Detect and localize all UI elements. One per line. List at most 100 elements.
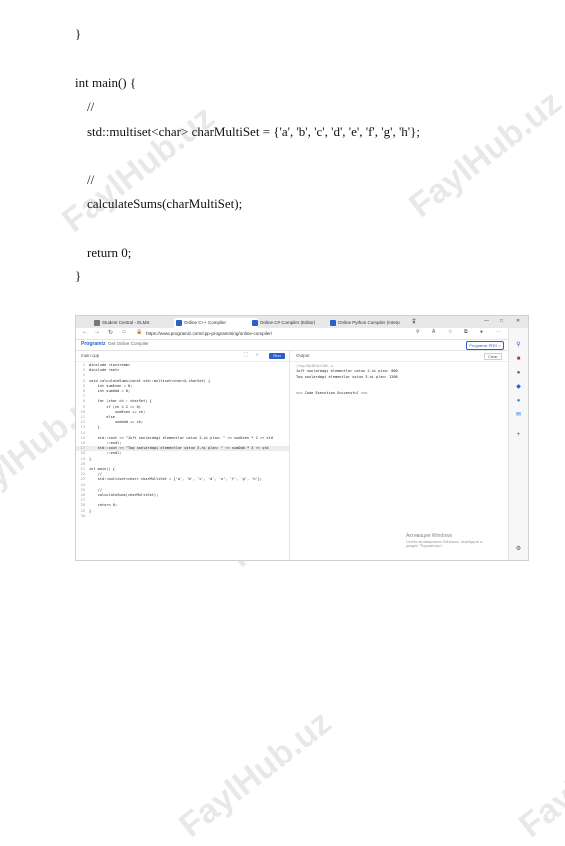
code-line: std::cout << "Juft sonlardagi elementlar… (89, 435, 273, 440)
run-button[interactable]: Run (269, 353, 285, 359)
read-aloud-icon[interactable]: A (432, 329, 435, 335)
line-number: 30 (80, 513, 85, 518)
url-field[interactable]: https://www.programiz.com/cpp-programmin… (146, 330, 272, 337)
line-number: 7 (82, 394, 85, 399)
tab-label: Online C# Compiler (Editor) (260, 320, 316, 325)
browser-tab[interactable]: Student Central - ELMS ✕ (92, 318, 182, 328)
home-icon[interactable]: ⌂ (122, 329, 126, 335)
tab-favicon-icon (252, 320, 258, 326)
menu-icon[interactable]: ⋯ (496, 329, 501, 335)
tab-favicon-icon (330, 320, 336, 326)
line-number: 12 (80, 420, 85, 425)
line-number: 1 (82, 363, 85, 367)
zoom-icon[interactable]: ⚲ (416, 329, 420, 335)
line-number: 8 (82, 399, 85, 404)
line-number: 13 (80, 425, 85, 430)
programiz-pro-button[interactable]: Programiz PRO > (466, 341, 504, 350)
doc-closing-brace: } (75, 26, 82, 41)
output-line: Juft sonlardagi elementlar ustun 2-ni pl… (296, 369, 398, 374)
profile-icon[interactable]: ● (480, 329, 483, 335)
code-line: ::endl; (89, 451, 122, 456)
line-number: 14 (80, 430, 85, 435)
office-icon[interactable]: ● (515, 398, 522, 405)
code-line: #include <iostream> (89, 363, 131, 367)
code-line: else (89, 415, 115, 419)
favorite-icon[interactable]: ☆ (448, 329, 452, 335)
output-line: /tmp/Bp3KHytZ6h.o (296, 364, 333, 368)
line-number: 23 (80, 477, 85, 482)
line-number: 11 (80, 415, 85, 419)
programiz-logo[interactable]: Programiz (81, 341, 105, 347)
watermark: FaylHub.uz (512, 703, 565, 845)
doc-return: return 0; (87, 245, 132, 260)
maximize-button[interactable]: □ (500, 318, 503, 324)
file-name-tab[interactable]: main.cpp (81, 353, 99, 358)
output-line: Toq sonlardagi elementlar ustun 3-ni pla… (296, 374, 398, 379)
line-number: 24 (80, 482, 85, 487)
code-line: void calculateSums(const std::multiset<c… (89, 378, 211, 383)
watermark: FaylHub.uz (55, 98, 222, 240)
line-number: 5 (82, 383, 85, 388)
code-line: // (89, 472, 102, 477)
settings-icon[interactable]: ⚙ (515, 546, 522, 553)
window-close-button[interactable]: ✕ (516, 318, 520, 324)
add-icon[interactable]: + (515, 432, 522, 439)
line-number: 10 (80, 409, 85, 414)
line-number: 2 (82, 368, 85, 373)
windows-activation-title: Активация Windows (406, 533, 453, 539)
line-number: 18 (80, 451, 85, 456)
watermark: FaylHub.uz (402, 83, 565, 225)
code-line: int sumOdd = 0; (89, 389, 131, 393)
code-line: sumOdd += ch; (89, 420, 144, 425)
theme-icon[interactable]: ◐ (256, 352, 259, 358)
lock-icon: 🔒 (136, 329, 143, 335)
tab-label: Student Central - ELMS (102, 320, 150, 325)
line-number: 26 (80, 493, 85, 497)
forward-icon[interactable]: → (94, 329, 100, 335)
browser-right-sidebar: ⚲ ■ ● ◆ ● ✉ + ⚙ (508, 328, 528, 560)
line-number: 16 (80, 441, 85, 445)
doc-closing-brace: } (75, 268, 82, 283)
browser-tab[interactable]: Online C# Compiler (Editor) ✕ (250, 318, 336, 328)
clear-button[interactable]: Clear (484, 353, 502, 360)
line-number: 28 (80, 503, 85, 508)
code-line: std::multiset<char> charMultiSet = {'a',… (89, 477, 263, 482)
line-number: 3 (82, 373, 85, 378)
line-number: 21 (80, 467, 85, 471)
browser-tab[interactable]: Online Python Compiler (Interp ✕ (328, 318, 418, 328)
doc-main-signature: int main() { (75, 75, 137, 90)
output-header: Output Clear (290, 351, 508, 362)
fullscreen-icon[interactable]: ⛶ (244, 352, 248, 358)
line-number: 27 (80, 498, 85, 503)
output-label: Output (296, 353, 310, 358)
line-number: 19 (80, 456, 85, 461)
get-app-link[interactable]: Get Online Compiler (108, 341, 149, 346)
code-line: } (89, 508, 92, 513)
search-icon[interactable]: ⚲ (515, 342, 522, 349)
code-line: std::cout << "Toq sonlardagi elementlar … (89, 446, 269, 451)
watermark: FaylHub.uz (172, 703, 339, 845)
tools-icon[interactable]: ■ (515, 356, 522, 363)
outlook-icon[interactable]: ✉ (515, 412, 522, 419)
line-number: 25 (80, 487, 85, 492)
minimize-button[interactable]: — (484, 318, 489, 324)
code-line: } (89, 425, 100, 430)
code-line: } (89, 456, 92, 461)
code-line: sumEven += ch; (89, 409, 146, 414)
line-number: 4 (82, 378, 85, 383)
browser-tab-active[interactable]: Online C++ Compiler ✕ (174, 318, 258, 328)
line-number: 20 (80, 461, 85, 466)
new-tab-button[interactable]: + (412, 317, 416, 324)
output-panel: Output Clear /tmp/Bp3KHytZ6h.o Juft sonla… (290, 351, 508, 560)
code-line: #include <set> (89, 368, 120, 373)
code-line: int main() { (89, 467, 115, 471)
tab-label: Online C++ Compiler (184, 320, 227, 325)
people-icon[interactable]: ● (515, 370, 522, 377)
output-line: === Code Execution Successful === (296, 391, 368, 395)
collections-icon[interactable]: ⧉ (464, 329, 468, 335)
site-header: Programiz Get Online Compiler Programiz … (76, 339, 508, 351)
back-icon[interactable]: ← (82, 329, 88, 335)
games-icon[interactable]: ◆ (515, 384, 522, 391)
tab-label: Online Python Compiler (Interp (338, 320, 400, 325)
refresh-icon[interactable]: ↻ (108, 329, 113, 336)
